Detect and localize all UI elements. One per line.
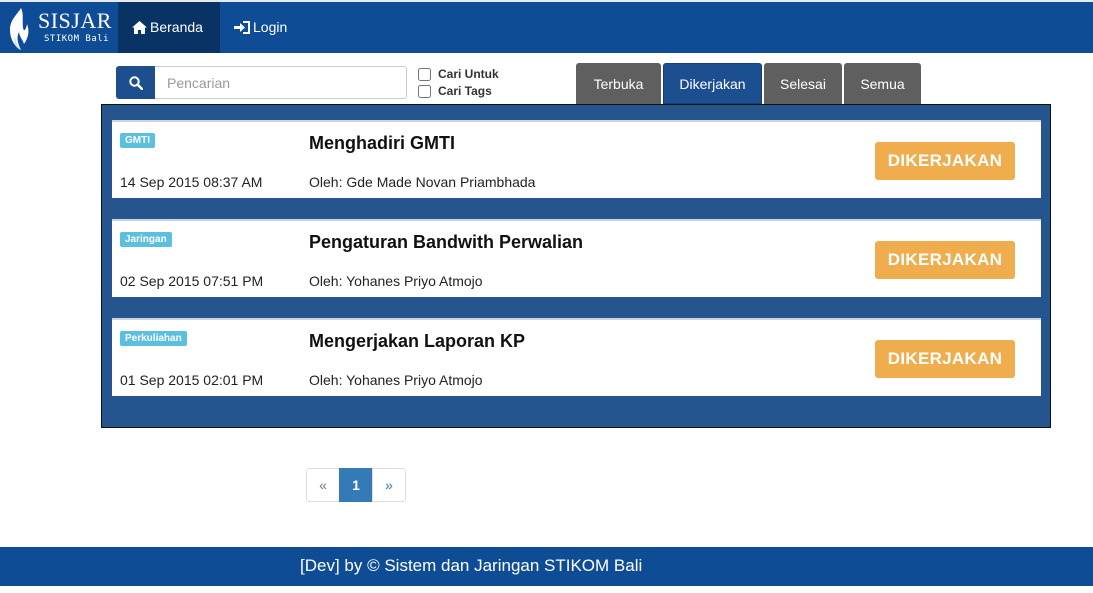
tab-selesai[interactable]: Selesai — [764, 63, 842, 104]
cari-untuk-label: Cari Untuk — [438, 67, 499, 81]
item-title[interactable]: Pengaturan Bandwith Perwalian — [309, 232, 583, 253]
item-title[interactable]: Mengerjakan Laporan KP — [309, 331, 525, 352]
item-date: 14 Sep 2015 08:37 AM — [120, 174, 263, 190]
brand-title: SISJAR — [38, 8, 112, 33]
brand-logo[interactable]: SISJAR STIKOM Bali — [6, 4, 116, 52]
task-list-panel: GMTI 14 Sep 2015 08:37 AM Menghadiri GMT… — [101, 104, 1051, 428]
item-author: Oleh: Gde Made Novan Priambhada — [309, 174, 536, 190]
nav-beranda-label: Beranda — [150, 19, 203, 35]
nav-login-label: Login — [253, 19, 288, 35]
pagination-next-button[interactable]: » — [372, 468, 406, 502]
cari-untuk-checkbox-row[interactable]: Cari Untuk — [418, 67, 499, 81]
cari-tags-label: Cari Tags — [438, 84, 492, 98]
item-author: Oleh: Yohanes Priyo Atmojo — [309, 273, 483, 289]
status-button[interactable]: DIKERJAKAN — [875, 241, 1015, 279]
cari-tags-checkbox[interactable] — [418, 84, 431, 98]
nav-beranda[interactable]: Beranda — [118, 2, 220, 53]
tab-terbuka[interactable]: Terbuka — [576, 63, 661, 104]
search-input[interactable] — [155, 66, 407, 99]
item-author: Oleh: Yohanes Priyo Atmojo — [309, 372, 483, 388]
sign-in-icon — [234, 21, 250, 34]
footer: [Dev] by © Sistem dan Jaringan STIKOM Ba… — [0, 547, 1093, 586]
tag-badge: Jaringan — [120, 232, 172, 247]
cari-tags-checkbox-row[interactable]: Cari Tags — [418, 84, 492, 98]
tab-dikerjakan[interactable]: Dikerjakan — [663, 63, 762, 104]
tab-semua[interactable]: Semua — [844, 63, 921, 104]
list-item: Jaringan 02 Sep 2015 07:51 PM Pengaturan… — [112, 219, 1041, 297]
brand-subtitle: STIKOM Bali — [44, 34, 110, 44]
list-item: Perkuliahan 01 Sep 2015 02:01 PM Mengerj… — [112, 318, 1041, 396]
status-button[interactable]: DIKERJAKAN — [875, 340, 1015, 378]
list-item: GMTI 14 Sep 2015 08:37 AM Menghadiri GMT… — [112, 120, 1041, 198]
pagination: « 1 » — [306, 468, 406, 502]
top-navbar: SISJAR STIKOM Bali Beranda Login — [0, 0, 1093, 53]
item-date: 01 Sep 2015 02:01 PM — [120, 372, 264, 388]
tag-badge: GMTI — [120, 133, 155, 148]
flame-icon — [10, 8, 29, 50]
pagination-page-button[interactable]: 1 — [339, 468, 373, 502]
cari-untuk-checkbox[interactable] — [418, 67, 431, 81]
item-title[interactable]: Menghadiri GMTI — [309, 133, 455, 154]
status-button[interactable]: DIKERJAKAN — [875, 142, 1015, 180]
pagination-prev-button[interactable]: « — [306, 468, 340, 502]
tag-badge: Perkuliahan — [120, 331, 187, 346]
item-date: 02 Sep 2015 07:51 PM — [120, 273, 264, 289]
home-icon — [132, 21, 147, 34]
nav-login[interactable]: Login — [220, 2, 301, 53]
footer-text: [Dev] by © Sistem dan Jaringan STIKOM Ba… — [300, 556, 643, 575]
search-button[interactable] — [116, 66, 155, 99]
search-icon — [128, 75, 143, 90]
